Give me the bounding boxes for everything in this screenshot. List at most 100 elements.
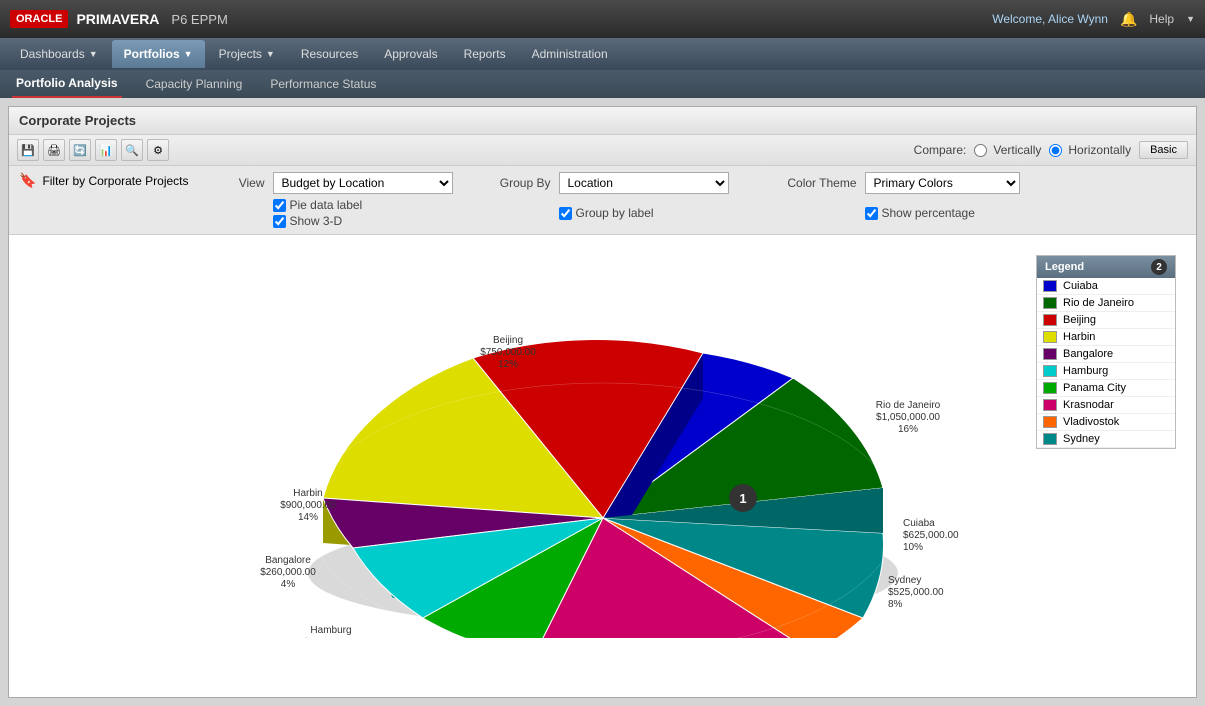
- legend-item-label: Sydney: [1063, 433, 1100, 445]
- svg-text:4%: 4%: [280, 579, 295, 590]
- groupbylabel-checkbox-row[interactable]: Group by label: [559, 206, 749, 220]
- dashboards-arrow-icon: ▼: [89, 49, 98, 59]
- nav-portfolios[interactable]: Portfolios ▼: [112, 40, 205, 68]
- legend-item: Harbin: [1037, 329, 1175, 346]
- svg-text:$260,000.00: $260,000.00: [260, 567, 316, 578]
- legend-item-label: Cuiaba: [1063, 280, 1098, 292]
- legend-item: Panama City: [1037, 380, 1175, 397]
- legend-color-swatch: [1043, 399, 1057, 411]
- view-select[interactable]: Budget by Location: [273, 172, 453, 194]
- chart-button[interactable]: 📊: [95, 139, 117, 161]
- nav-bar: Dashboards ▼ Portfolios ▼ Projects ▼ Res…: [0, 38, 1205, 70]
- svg-text:$625,000.00: $625,000.00: [903, 530, 959, 541]
- svg-text:$575,000.00: $575,000.00: [303, 637, 359, 638]
- legend-item: Krasnodar: [1037, 397, 1175, 414]
- view-label: View: [215, 176, 265, 190]
- subnav-portfolio-analysis[interactable]: Portfolio Analysis: [12, 70, 122, 98]
- vertically-radio[interactable]: [974, 144, 987, 157]
- svg-text:Rio de Janeiro: Rio de Janeiro: [875, 400, 940, 411]
- legend-color-swatch: [1043, 382, 1057, 394]
- groupby-select[interactable]: Location: [559, 172, 729, 194]
- legend-color-swatch: [1043, 365, 1057, 377]
- groupby-label: Group By: [471, 176, 551, 190]
- portfolios-arrow-icon: ▼: [184, 49, 193, 59]
- refresh-button[interactable]: 🔄: [69, 139, 91, 161]
- colortheme-select[interactable]: Primary Colors: [865, 172, 1020, 194]
- legend-item-label: Krasnodar: [1063, 399, 1114, 411]
- save-button[interactable]: 💾: [17, 139, 39, 161]
- pie-container: Rio de Janeiro $1,050,000.00 16% Cuiaba …: [9, 235, 1196, 680]
- sub-nav: Portfolio Analysis Capacity Planning Per…: [0, 70, 1205, 98]
- legend-item: Bangalore: [1037, 346, 1175, 363]
- filter-icon: 🔖: [19, 172, 36, 189]
- svg-text:10%: 10%: [903, 542, 923, 553]
- subnav-capacity-planning[interactable]: Capacity Planning: [142, 70, 247, 98]
- notification-icon[interactable]: 🔔: [1120, 11, 1137, 28]
- p6-text: P6 EPPM: [171, 12, 227, 27]
- show-3d-label: Show 3-D: [290, 214, 343, 228]
- legend-color-swatch: [1043, 433, 1057, 445]
- toolbar-right: Compare: Vertically Horizontally Basic: [914, 141, 1188, 159]
- showpercentage-label: Show percentage: [882, 206, 975, 220]
- svg-text:Harbin: Harbin: [293, 488, 322, 499]
- svg-text:1: 1: [739, 491, 746, 506]
- legend-item-label: Beijing: [1063, 314, 1096, 326]
- legend-item: Sydney: [1037, 431, 1175, 448]
- subnav-performance-status[interactable]: Performance Status: [266, 70, 380, 98]
- svg-text:12%: 12%: [497, 359, 517, 370]
- toolbar-left: 💾 🖨 🔄 📊 🔍 ⚙: [17, 139, 169, 161]
- groupbylabel-checkbox[interactable]: [559, 207, 572, 220]
- svg-text:$1,050,000.00: $1,050,000.00: [876, 412, 940, 423]
- legend-item: Beijing: [1037, 312, 1175, 329]
- pie-datalabel-checkbox[interactable]: [273, 199, 286, 212]
- legend-item-label: Harbin: [1063, 331, 1095, 343]
- help-button[interactable]: Help: [1149, 12, 1174, 26]
- projects-arrow-icon: ▼: [266, 49, 275, 59]
- nav-reports[interactable]: Reports: [452, 40, 518, 68]
- show-3d-checkbox[interactable]: [273, 215, 286, 228]
- filter-button[interactable]: 🔍: [121, 139, 143, 161]
- showpercentage-checkbox[interactable]: [865, 207, 878, 220]
- svg-text:16%: 16%: [897, 424, 917, 435]
- legend-color-swatch: [1043, 416, 1057, 428]
- legend-header: Legend 2: [1037, 256, 1175, 278]
- svg-text:14%: 14%: [297, 512, 317, 523]
- legend-box: Legend 2 Cuiaba Rio de Janeiro Beijing H…: [1036, 255, 1176, 449]
- print-button[interactable]: 🖨: [43, 139, 65, 161]
- top-bar: ORACLE PRIMAVERA P6 EPPM Welcome, Alice …: [0, 0, 1205, 38]
- chart-area: Rio de Janeiro $1,050,000.00 16% Cuiaba …: [9, 235, 1196, 680]
- welcome-text: Welcome, Alice Wynn: [992, 12, 1108, 26]
- legend-item: Hamburg: [1037, 363, 1175, 380]
- logo-area: ORACLE PRIMAVERA P6 EPPM: [10, 10, 228, 28]
- show-3d-checkbox-row[interactable]: Show 3-D: [273, 214, 463, 228]
- horizontally-label: Horizontally: [1068, 143, 1131, 157]
- svg-text:Hamburg: Hamburg: [310, 625, 351, 636]
- horizontally-radio[interactable]: [1049, 144, 1062, 157]
- pie-datalabel-label: Pie data label: [290, 198, 363, 212]
- filter-left: 🔖 Filter by Corporate Projects: [19, 172, 189, 189]
- legend-color-swatch: [1043, 314, 1057, 326]
- svg-text:$750,000.00: $750,000.00: [480, 347, 536, 358]
- legend-item-label: Bangalore: [1063, 348, 1113, 360]
- legend-badge: 2: [1151, 259, 1167, 275]
- filter-label: Filter by Corporate Projects: [42, 174, 188, 188]
- legend-color-swatch: [1043, 297, 1057, 309]
- nav-resources[interactable]: Resources: [289, 40, 370, 68]
- horizontally-radio-group[interactable]: Horizontally: [1049, 143, 1131, 157]
- nav-administration[interactable]: Administration: [520, 40, 620, 68]
- nav-dashboards[interactable]: Dashboards ▼: [8, 40, 110, 68]
- primavera-text: PRIMAVERA: [76, 11, 159, 27]
- colortheme-label: Color Theme: [757, 176, 857, 190]
- legend-title: Legend: [1045, 261, 1084, 273]
- nav-projects[interactable]: Projects ▼: [207, 40, 287, 68]
- showpercentage-checkbox-row[interactable]: Show percentage: [865, 206, 1055, 220]
- legend-item: Rio de Janeiro: [1037, 295, 1175, 312]
- basic-button[interactable]: Basic: [1139, 141, 1188, 159]
- nav-approvals[interactable]: Approvals: [372, 40, 449, 68]
- vertically-radio-group[interactable]: Vertically: [974, 143, 1041, 157]
- settings-button[interactable]: ⚙: [147, 139, 169, 161]
- legend-item: Vladivostok: [1037, 414, 1175, 431]
- pie-datalabel-checkbox-row[interactable]: Pie data label: [273, 198, 463, 212]
- main-content: Corporate Projects 💾 🖨 🔄 📊 🔍 ⚙ Compare: …: [0, 98, 1205, 706]
- legend-item-label: Vladivostok: [1063, 416, 1119, 428]
